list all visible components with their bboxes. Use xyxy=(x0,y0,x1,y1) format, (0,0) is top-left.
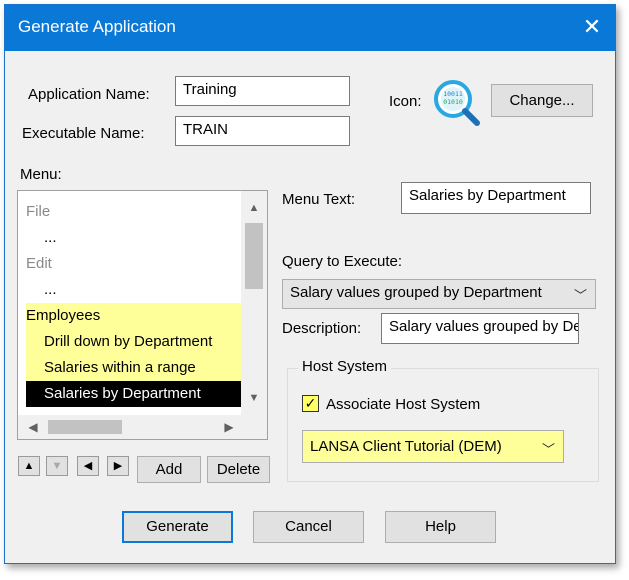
host-system-title: Host System xyxy=(298,358,392,375)
move-left-button[interactable]: ◀ xyxy=(77,456,99,476)
scroll-up-icon[interactable]: ▲ xyxy=(241,197,267,219)
application-name-label: Application Name: xyxy=(28,86,150,103)
generate-button[interactable]: Generate xyxy=(122,511,233,543)
add-button[interactable]: Add xyxy=(137,456,201,483)
menu-item-salaries-range[interactable]: Salaries within a range xyxy=(26,355,242,381)
menu-item-drill-down[interactable]: Drill down by Department xyxy=(26,329,242,355)
cancel-button[interactable]: Cancel xyxy=(253,511,364,543)
menu-item-label: File xyxy=(26,203,51,220)
close-icon[interactable]: ✕ xyxy=(577,12,607,42)
title-bar[interactable]: Generate Application ✕ xyxy=(5,5,615,51)
icon-label: Icon: xyxy=(389,93,422,110)
checkmark-icon: ✓ xyxy=(304,395,317,411)
move-up-button[interactable]: ▲ xyxy=(18,456,40,476)
description-label: Description: xyxy=(282,320,362,337)
move-right-button[interactable]: ▶ xyxy=(107,456,129,476)
menu-label: Menu: xyxy=(20,166,62,183)
svg-text:01010: 01010 xyxy=(443,98,463,106)
associate-host-label: Associate Host System xyxy=(326,396,481,413)
host-system-dropdown[interactable]: LANSA Client Tutorial (DEM) ﹀ xyxy=(302,430,564,463)
menu-item-label: Drill down by Department xyxy=(44,333,213,350)
menu-vertical-scrollbar[interactable]: ▲ ▼ xyxy=(241,191,267,415)
menu-horizontal-scrollbar[interactable]: ◀ ▶ xyxy=(18,415,242,439)
application-name-field[interactable]: Training xyxy=(175,76,350,106)
arrow-right-icon: ▶ xyxy=(113,460,123,472)
menu-item-label: Edit xyxy=(26,255,52,272)
executable-name-field[interactable]: TRAIN xyxy=(175,116,350,146)
menu-item-label: ... xyxy=(44,229,57,246)
scroll-corner xyxy=(241,415,267,439)
host-system-group xyxy=(287,368,599,482)
scroll-down-icon[interactable]: ▼ xyxy=(241,387,267,409)
menu-item-edit[interactable]: Edit xyxy=(26,251,242,277)
menu-tree-list[interactable]: File ... Edit ... Employees Drill down b… xyxy=(17,190,268,440)
arrow-up-icon: ▲ xyxy=(23,460,35,472)
menu-item-file[interactable]: File xyxy=(26,199,242,225)
move-down-button[interactable]: ▼ xyxy=(46,456,68,476)
host-system-selected-value: LANSA Client Tutorial (DEM) xyxy=(310,438,502,455)
arrow-left-icon: ◀ xyxy=(83,460,93,472)
executable-name-label: Executable Name: xyxy=(22,125,145,142)
change-icon-button[interactable]: Change... xyxy=(491,84,593,117)
associate-host-checkbox[interactable]: ✓ xyxy=(302,395,319,412)
query-selected-value: Salary values grouped by Department xyxy=(290,284,542,301)
chevron-down-icon: ﹀ xyxy=(541,442,555,457)
menu-item-label: ... xyxy=(44,281,57,298)
dialog-title: Generate Application xyxy=(18,17,176,36)
menu-text-label: Menu Text: xyxy=(282,191,356,208)
vertical-scroll-thumb[interactable] xyxy=(245,223,263,289)
menu-text-field[interactable]: Salaries by Department xyxy=(401,182,591,214)
delete-button[interactable]: Delete xyxy=(207,456,270,483)
menu-item-edit-placeholder[interactable]: ... xyxy=(44,277,242,303)
menu-item-label: Salaries by Department xyxy=(44,385,201,402)
description-field[interactable]: Salary values grouped by Department xyxy=(381,313,579,344)
scroll-left-icon[interactable]: ◀ xyxy=(22,415,44,439)
help-button[interactable]: Help xyxy=(385,511,496,543)
chevron-down-icon: ﹀ xyxy=(573,288,587,303)
query-to-execute-label: Query to Execute: xyxy=(282,253,403,270)
arrow-down-icon: ▼ xyxy=(51,460,63,472)
menu-item-label: Salaries within a range xyxy=(44,359,196,376)
menu-item-salaries-by-department[interactable]: Salaries by Department xyxy=(26,381,242,407)
svg-text:10011: 10011 xyxy=(443,90,463,98)
menu-item-label: Employees xyxy=(26,307,101,324)
horizontal-scroll-thumb[interactable] xyxy=(48,420,122,434)
menu-item-file-placeholder[interactable]: ... xyxy=(44,225,242,251)
menu-item-employees[interactable]: Employees xyxy=(26,303,242,329)
query-magnifier-icon: 10011 01010 xyxy=(434,80,480,126)
scroll-right-icon[interactable]: ▶ xyxy=(218,415,240,439)
query-dropdown[interactable]: Salary values grouped by Department ﹀ xyxy=(282,279,596,309)
